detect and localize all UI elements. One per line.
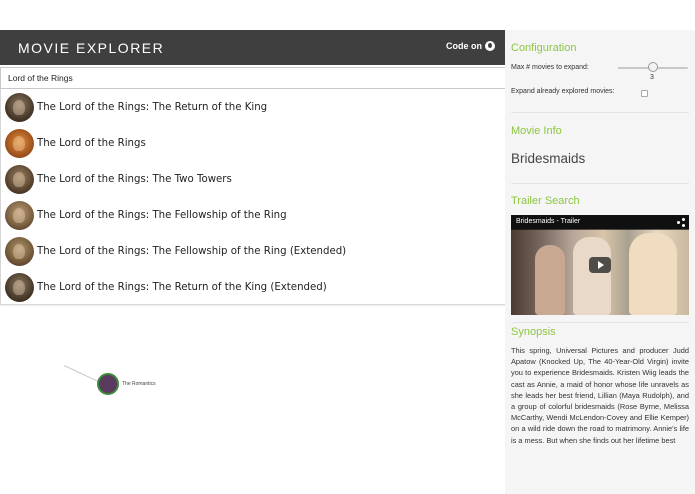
movie-poster-thumbnail [5,128,34,158]
expand-explored-label: Expand already explored movies: [511,88,615,95]
graph-node-label: The Romantics [122,381,156,387]
movie-poster-thumbnail [5,92,34,122]
trailer-video-player[interactable]: Bridesmaids - Trailer [511,215,689,315]
suggestion-item[interactable]: The Lord of the Rings: The Fellowship of… [1,233,510,269]
code-link-label: Code on [446,41,482,51]
video-figure [535,245,565,315]
synopsis-heading: Synopsis [511,326,556,338]
suggestion-label: The Lord of the Rings: The Return of the… [37,101,268,113]
expand-explored-checkbox[interactable] [641,90,648,97]
section-divider [511,183,689,184]
video-figure [573,237,611,315]
movie-poster-thumbnail [5,236,34,266]
graph-node[interactable] [97,373,119,395]
graph-edge [63,365,101,383]
sidebar-panel: Configuration Max # movies to expand: 3 … [505,30,695,494]
movie-info-heading: Movie Info [511,125,562,137]
max-movies-value: 3 [650,74,654,81]
video-title-bar: Bridesmaids - Trailer [511,215,689,230]
slider-handle[interactable] [648,62,658,72]
share-icon[interactable] [677,218,685,227]
movie-poster-thumbnail [5,164,34,194]
suggestion-label: The Lord of the Rings: The Return of the… [37,281,327,293]
video-figure [629,233,677,315]
movie-poster-thumbnail [5,200,34,230]
section-divider [511,112,689,113]
suggestion-label: The Lord of the Rings: The Fellowship of… [37,245,347,257]
configuration-heading: Configuration [511,42,577,54]
app-header: MOVIE EXPLORER Code on [0,30,505,65]
movie-search-input[interactable] [0,67,511,89]
suggestion-item[interactable]: The Lord of the Rings: The Return of the… [1,269,510,305]
top-spacer [0,0,695,30]
max-movies-label: Max # movies to expand: [511,64,589,71]
suggestion-label: The Lord of the Rings [37,137,146,149]
video-title: Bridesmaids - Trailer [516,218,581,225]
movie-title: Bridesmaids [511,151,586,166]
github-icon [485,41,495,51]
movie-poster-thumbnail [5,272,34,302]
play-icon[interactable] [589,257,611,273]
suggestion-label: The Lord of the Rings: The Fellowship of… [37,209,287,221]
code-on-github-link[interactable]: Code on [446,41,495,51]
suggestion-item[interactable]: The Lord of the Rings: The Fellowship of… [1,197,510,233]
suggestion-item[interactable]: The Lord of the Rings: The Return of the… [1,89,510,125]
section-divider [511,322,689,323]
suggestion-label: The Lord of the Rings: The Two Towers [37,173,232,185]
app-title: MOVIE EXPLORER [18,40,165,56]
search-suggestions: The Lord of the Rings: The Return of the… [0,89,511,305]
synopsis-text: This spring, Universal Pictures and prod… [511,346,689,445]
suggestion-item[interactable]: The Lord of the Rings: The Two Towers [1,161,510,197]
suggestion-item[interactable]: The Lord of the Rings [1,125,510,161]
trailer-search-heading: Trailer Search [511,195,580,207]
